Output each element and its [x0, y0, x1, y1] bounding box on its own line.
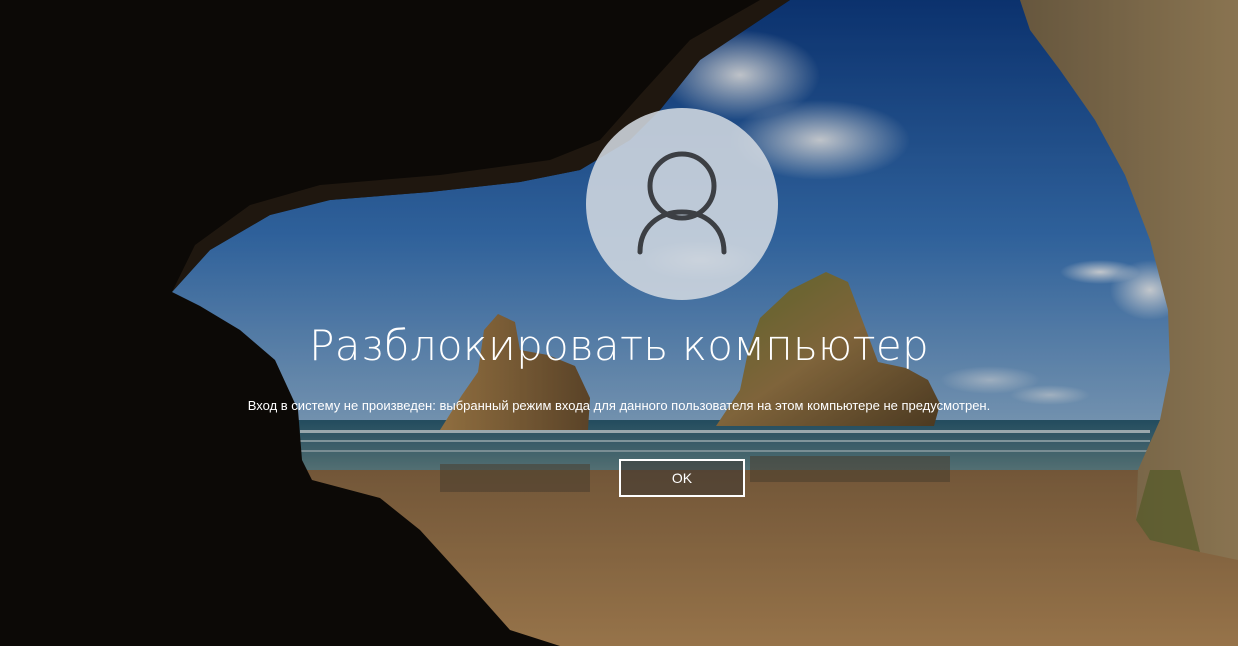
user-icon	[637, 151, 727, 255]
lock-screen: Разблокировать компьютер Вход в систему …	[0, 0, 1238, 646]
error-message: Вход в систему не произведен: выбранный …	[247, 398, 991, 413]
user-avatar	[586, 108, 778, 300]
ok-button[interactable]: OK	[619, 459, 745, 497]
lock-title: Разблокировать компьютер	[309, 321, 929, 370]
